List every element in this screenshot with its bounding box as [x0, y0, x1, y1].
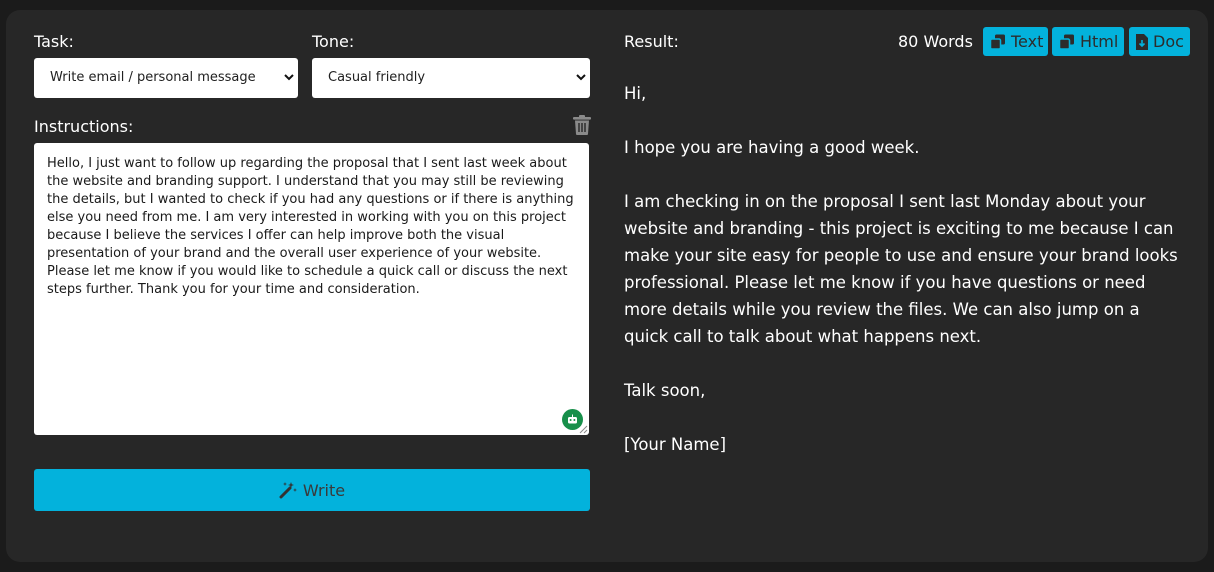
result-paragraph: I am checking in on the proposal I sent …	[624, 192, 1178, 346]
chevron-down-icon	[284, 74, 294, 81]
copy-html-label: Html	[1080, 32, 1119, 51]
chevron-down-icon	[576, 74, 586, 81]
copy-icon	[1058, 34, 1074, 50]
write-button-label: Write	[302, 480, 346, 500]
download-doc-label: Doc	[1153, 32, 1184, 51]
result-text: Hi, I hope you are having a good week. I…	[624, 80, 1184, 485]
instructions-text: Hello, I just want to follow up regardin…	[47, 156, 574, 297]
download-doc-button[interactable]: Doc	[1129, 27, 1190, 56]
trash-icon[interactable]	[573, 115, 591, 135]
tone-label: Tone:	[312, 32, 355, 51]
result-paragraph: I hope you are having a good week.	[624, 138, 920, 157]
instructions-label: Instructions:	[34, 117, 134, 136]
result-paragraph: Hi,	[624, 84, 647, 103]
instructions-textarea[interactable]: Hello, I just want to follow up regardin…	[34, 143, 589, 435]
resize-grip-icon[interactable]	[578, 424, 588, 434]
result-label: Result:	[624, 32, 679, 51]
copy-text-button[interactable]: Text	[983, 27, 1048, 56]
result-paragraph: Talk soon,	[624, 381, 706, 400]
task-select-value: Write email / personal message	[50, 70, 256, 85]
copy-icon	[989, 34, 1005, 50]
download-file-icon	[1136, 33, 1148, 50]
word-count: 80 Words	[898, 32, 973, 51]
write-button[interactable]: Write	[34, 469, 590, 511]
magic-wand-icon	[279, 482, 297, 499]
copy-text-label: Text	[1011, 32, 1044, 51]
tone-select-value: Casual friendly	[328, 70, 426, 85]
task-select[interactable]: Write email / personal message	[34, 58, 298, 98]
task-label: Task:	[34, 32, 74, 51]
tone-select[interactable]: Casual friendly	[312, 58, 590, 98]
result-paragraph: [Your Name]	[624, 435, 727, 454]
copy-html-button[interactable]: Html	[1052, 27, 1124, 56]
